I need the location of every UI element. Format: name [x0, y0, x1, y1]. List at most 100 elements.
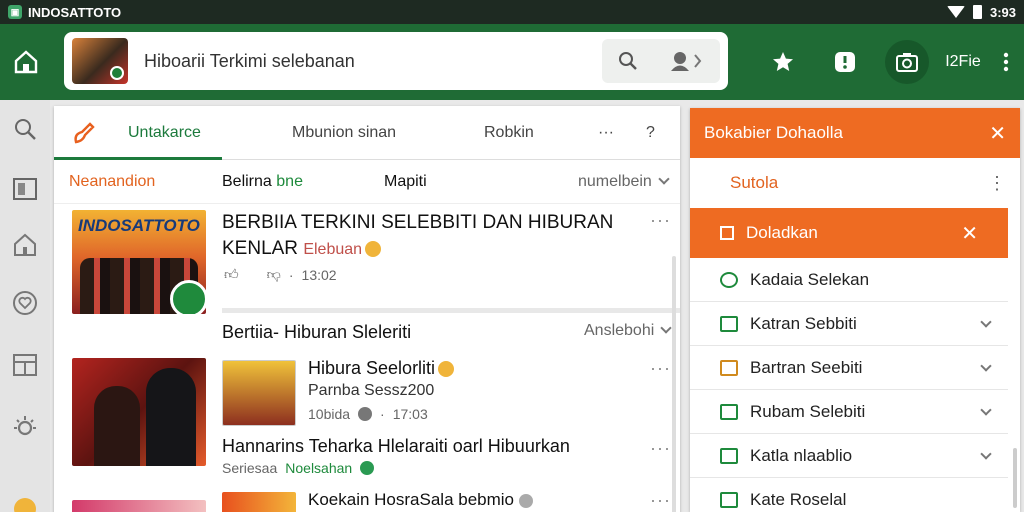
- building-icon: [720, 315, 738, 332]
- clock: 3:93: [989, 4, 1016, 20]
- article-menu-button[interactable]: ···: [650, 210, 671, 231]
- heart-icon: [13, 291, 37, 315]
- section-sort-dropdown[interactable]: Anslebohi: [584, 322, 672, 340]
- rail-news-button[interactable]: [8, 172, 42, 206]
- camera-icon: [896, 53, 918, 72]
- settings-icon: [14, 416, 36, 436]
- close-icon[interactable]: ✕: [989, 121, 1006, 146]
- newspaper-icon: [13, 178, 37, 200]
- search-icon: [15, 119, 36, 140]
- gift-icon: [720, 492, 738, 508]
- close-icon[interactable]: ✕: [961, 221, 978, 246]
- home-button[interactable]: [0, 24, 52, 100]
- star-icon: [773, 52, 793, 71]
- more-vert-icon[interactable]: ⋮: [988, 173, 1006, 194]
- section-title: Bertiia- Hiburan Sleleriti: [222, 322, 412, 342]
- panel-title: Bokabier Dohaolla: [704, 123, 843, 142]
- filter-mapiti[interactable]: Mapiti: [384, 173, 427, 191]
- calendar-icon: [720, 359, 738, 376]
- tab-more[interactable]: ···: [598, 106, 614, 160]
- badge-icon: [170, 280, 206, 314]
- overflow-menu-button[interactable]: [988, 24, 1024, 100]
- rail-home-button[interactable]: [8, 228, 42, 262]
- panel-item-kadaia-selekan[interactable]: Kadaia Selekan: [690, 258, 1008, 302]
- more-vert-icon: [1003, 52, 1009, 72]
- chevron-down-icon: [980, 448, 992, 460]
- item-menu-button[interactable]: ···: [650, 438, 671, 459]
- app-icon: ▣: [8, 5, 22, 19]
- search-icon[interactable]: [618, 51, 638, 71]
- list-item-subtitle: Parnba Sessz200: [308, 382, 435, 399]
- sort-dropdown[interactable]: numelbein: [578, 172, 670, 191]
- article-thumbnail[interactable]: INDOSATTOTO: [72, 210, 206, 314]
- panel-subtitle[interactable]: Sutola: [730, 173, 778, 193]
- search-input[interactable]: Hiboarii Terkimi selebanan: [144, 51, 602, 72]
- smile-emoji-icon: [438, 361, 455, 378]
- favorite-button[interactable]: [752, 24, 814, 100]
- panel-item-kate-roselal[interactable]: Kate Roselal: [690, 478, 1008, 512]
- item-menu-button[interactable]: ···: [650, 358, 671, 379]
- item-secondary-thumbnail[interactable]: [222, 360, 296, 426]
- nav-rail: [0, 100, 50, 512]
- chevron-down-icon: [660, 322, 672, 334]
- panel-header: Bokabier Dohaolla ✕: [690, 108, 1020, 158]
- item-secondary-thumbnail[interactable]: [222, 492, 296, 512]
- chevron-down-icon: [980, 360, 992, 372]
- chevron-down-icon: [980, 316, 992, 328]
- search-bar[interactable]: Hiboarii Terkimi selebanan: [64, 32, 728, 90]
- list-item-title[interactable]: Koekain HosraSala bebmio: [308, 490, 533, 510]
- home-icon: [14, 50, 38, 74]
- thumbnail-brand: INDOSATTOTO: [78, 216, 200, 235]
- smile-emoji-icon: [365, 240, 382, 257]
- top-app-bar: Hiboarii Terkimi selebanan I2Fie: [0, 24, 1024, 100]
- rail-search-button[interactable]: [8, 112, 42, 146]
- article-headline[interactable]: BERBIIA TERKINI SELEBBITI DAN HIBURAN KE…: [222, 210, 613, 263]
- panel-selected-item[interactable]: Doladkan ✕: [690, 208, 1008, 258]
- filter-row: Neanandion Belirna bne Mapiti numelbein: [54, 160, 680, 204]
- wifi-icon: [946, 6, 965, 18]
- filter-belirna[interactable]: Belirna bne: [222, 173, 303, 191]
- search-actions: [602, 39, 720, 83]
- scrollbar[interactable]: [672, 256, 676, 512]
- item-thumbnail[interactable]: [72, 500, 206, 512]
- rail-favorite-button[interactable]: [8, 286, 42, 320]
- item-menu-button[interactable]: ···: [650, 490, 671, 511]
- list-item-title[interactable]: Hannarins Teharka Hlelaraiti oarl Hibuur…: [222, 436, 570, 457]
- tab-bar: Untakarce Mbunion sinan Robkin ··· ?: [54, 106, 680, 160]
- voice-search-icon[interactable]: [669, 50, 705, 72]
- notification-button[interactable]: [814, 24, 876, 100]
- panel-scrollbar[interactable]: [1013, 448, 1017, 508]
- divider: [222, 308, 680, 313]
- list-item-title[interactable]: Hibura Seelorliti: [308, 358, 455, 379]
- help-button[interactable]: ?: [646, 106, 655, 160]
- layout-icon: [13, 354, 37, 376]
- item-thumbnail[interactable]: [72, 358, 206, 466]
- search-thumbnail: [72, 38, 128, 84]
- list-item-meta: 10bida · 17:03: [308, 406, 428, 422]
- panel-item-rubam-selebiti[interactable]: Rubam Selebiti: [690, 390, 1008, 434]
- profile-label-button[interactable]: I2Fie: [938, 24, 988, 100]
- tab-untakarce[interactable]: Untakarce: [128, 106, 201, 160]
- panel-item-katran-sebbiti[interactable]: Katran Sebbiti: [690, 302, 1008, 346]
- rail-layout-button[interactable]: [8, 348, 42, 382]
- rail-avatar[interactable]: [8, 492, 42, 512]
- store-icon: [720, 447, 738, 464]
- chat-icon: [720, 271, 738, 288]
- notification-icon: [835, 52, 855, 72]
- chevron-down-icon: [980, 404, 992, 416]
- filter-neanandion[interactable]: Neanandion: [69, 173, 155, 191]
- brush-icon: [74, 122, 95, 144]
- like-icon[interactable]: 👍︎: [224, 266, 239, 283]
- rail-settings-button[interactable]: [8, 410, 42, 444]
- panel-item-bartran-seebiti[interactable]: Bartran Seebiti: [690, 346, 1008, 390]
- tab-robkin[interactable]: Robkin: [484, 106, 534, 160]
- dislike-icon[interactable]: 👎︎: [267, 266, 281, 283]
- chevron-down-icon: [658, 172, 670, 185]
- app-name: INDOSATTOTO: [28, 4, 122, 20]
- panel-item-katla-nlaablio[interactable]: Katla nlaablio: [690, 434, 1008, 478]
- news-feed-card: Untakarce Mbunion sinan Robkin ··· ? Nea…: [54, 106, 680, 512]
- edit-icon: [720, 403, 738, 420]
- camera-button[interactable]: [876, 24, 938, 100]
- tab-mbunion-sinan[interactable]: Mbunion sinan: [292, 106, 396, 160]
- checkbox-icon[interactable]: [720, 226, 734, 240]
